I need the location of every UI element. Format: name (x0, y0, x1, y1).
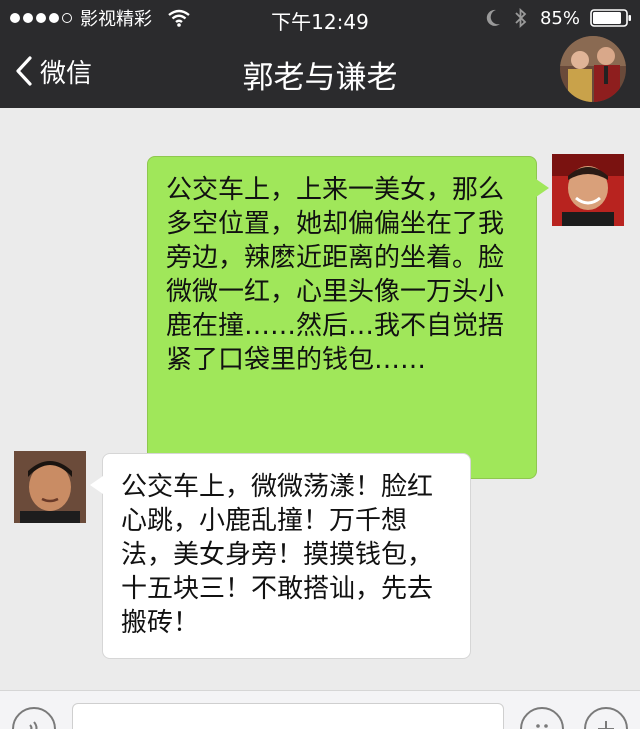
input-bar (0, 690, 640, 729)
contact-avatar[interactable] (14, 451, 86, 523)
moon-icon (486, 9, 500, 26)
my-avatar[interactable] (552, 154, 624, 226)
emoji-icon (536, 724, 548, 728)
battery-icon (590, 9, 631, 27)
status-right: 85% (484, 5, 632, 31)
status-bar: 影视精彩 下午12:49 85% (0, 0, 640, 36)
chat-title: 郭老与谦老 (242, 60, 398, 96)
more-button[interactable] (584, 707, 628, 729)
emoji-button[interactable] (520, 707, 564, 729)
group-avatar[interactable] (560, 36, 626, 102)
nav-bar: 微信 郭老与谦老 (0, 36, 640, 108)
message-bubble-outgoing[interactable]: 公交车上，上来一美女，那么多空位置，她却偏偏坐在了我旁边，辣麽近距离的坐着。脸微… (147, 156, 549, 479)
plus-icon (598, 721, 614, 729)
voice-icon (29, 721, 38, 729)
battery-percent: 85% (539, 7, 580, 29)
bluetooth-icon (515, 8, 527, 28)
message-input[interactable] (72, 703, 504, 729)
voice-button[interactable] (12, 707, 56, 729)
message-bubble-incoming[interactable]: 公交车上，微微荡漾！脸红心跳，小鹿乱撞！万千想法，美女身旁！摸摸钱包，十五块三！… (90, 453, 471, 659)
chat-area[interactable]: 公交车上，上来一美女，那么多空位置，她却偏偏坐在了我旁边，辣麽近距离的坐着。脸微… (0, 108, 640, 688)
